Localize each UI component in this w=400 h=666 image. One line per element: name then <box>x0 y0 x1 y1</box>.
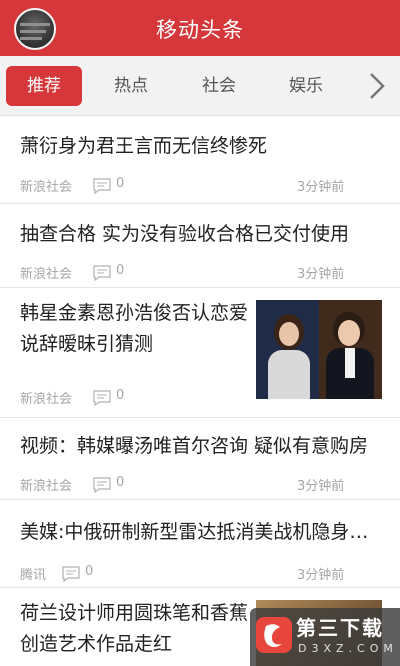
news-source: 新浪社会 <box>20 267 73 282</box>
news-time: 3分钟前 <box>297 479 345 494</box>
watermark-overlay: 第三下载 D3XZ.COM <box>250 608 400 666</box>
tab-society[interactable]: 社会 <box>183 66 255 106</box>
news-title[interactable]: 抽查合格 实为没有验收合格已交付使用 <box>20 219 386 249</box>
news-title[interactable]: 萧衍身为君王言而无信终惨死 <box>20 131 386 161</box>
news-meta: 新浪社会 0 3分钟前 <box>20 475 390 494</box>
news-meta: 新浪社会 0 <box>20 388 390 407</box>
comment-icon <box>93 178 111 195</box>
chevron-right-icon[interactable] <box>356 66 396 106</box>
news-thumbnail[interactable] <box>256 300 382 399</box>
news-title[interactable]: 视频：韩媒曝汤唯首尔咨询 疑似有意购房 <box>20 431 386 461</box>
news-time: 3分钟前 <box>297 568 345 583</box>
download-logo-icon <box>256 617 292 653</box>
app-header: 移动头条 <box>0 0 400 56</box>
tab-recommended[interactable]: 推荐 <box>6 66 82 106</box>
news-title[interactable]: 韩星金素恩孙浩俊否认恋爱说辞暧昧引猜测 <box>20 298 250 360</box>
news-source: 新浪社会 <box>20 180 73 195</box>
news-title[interactable]: 荷兰设计师用圆珠笔和香蕉创造艺术作品走红 <box>20 598 250 660</box>
news-item[interactable]: 视频：韩媒曝汤唯首尔咨询 疑似有意购房 新浪社会 0 3分钟前 <box>0 418 400 500</box>
comment-icon <box>93 390 111 407</box>
tab-entertainment[interactable]: 娱乐 <box>270 66 342 106</box>
news-source: 腾讯 <box>20 568 47 583</box>
news-source: 新浪社会 <box>20 392 73 407</box>
news-item[interactable]: 美媒:中俄研制新型雷达抵消美战机隐身优势 腾讯 0 3分钟前 <box>0 500 400 588</box>
comment-count: 0 <box>116 176 125 191</box>
comment-icon <box>62 566 80 583</box>
watermark-domain: D3XZ.COM <box>298 642 398 655</box>
comment-icon <box>93 477 111 494</box>
tab-hot[interactable]: 热点 <box>95 66 167 106</box>
news-meta: 新浪社会 0 3分钟前 <box>20 176 390 195</box>
news-time: 3分钟前 <box>297 180 345 195</box>
watermark-brand: 第三下载 <box>296 616 384 640</box>
comment-icon <box>93 265 111 282</box>
news-meta: 新浪社会 0 3分钟前 <box>20 263 390 282</box>
comment-count: 0 <box>85 564 94 579</box>
comment-count: 0 <box>116 263 125 278</box>
news-title[interactable]: 美媒:中俄研制新型雷达抵消美战机隐身优势 <box>20 517 386 547</box>
news-source: 新浪社会 <box>20 479 73 494</box>
news-item[interactable]: 萧衍身为君王言而无信终惨死 新浪社会 0 3分钟前 <box>0 117 400 204</box>
news-meta: 腾讯 0 3分钟前 <box>20 564 390 583</box>
news-item[interactable]: 韩星金素恩孙浩俊否认恋爱说辞暧昧引猜测 新浪社会 0 <box>0 288 400 418</box>
category-tab-bar: 推荐 热点 社会 娱乐 <box>0 56 400 116</box>
comment-count: 0 <box>116 475 125 490</box>
app-title: 移动头条 <box>156 18 244 42</box>
news-item[interactable]: 抽查合格 实为没有验收合格已交付使用 新浪社会 0 3分钟前 <box>0 204 400 288</box>
news-time: 3分钟前 <box>297 267 345 282</box>
comment-count: 0 <box>116 388 125 403</box>
